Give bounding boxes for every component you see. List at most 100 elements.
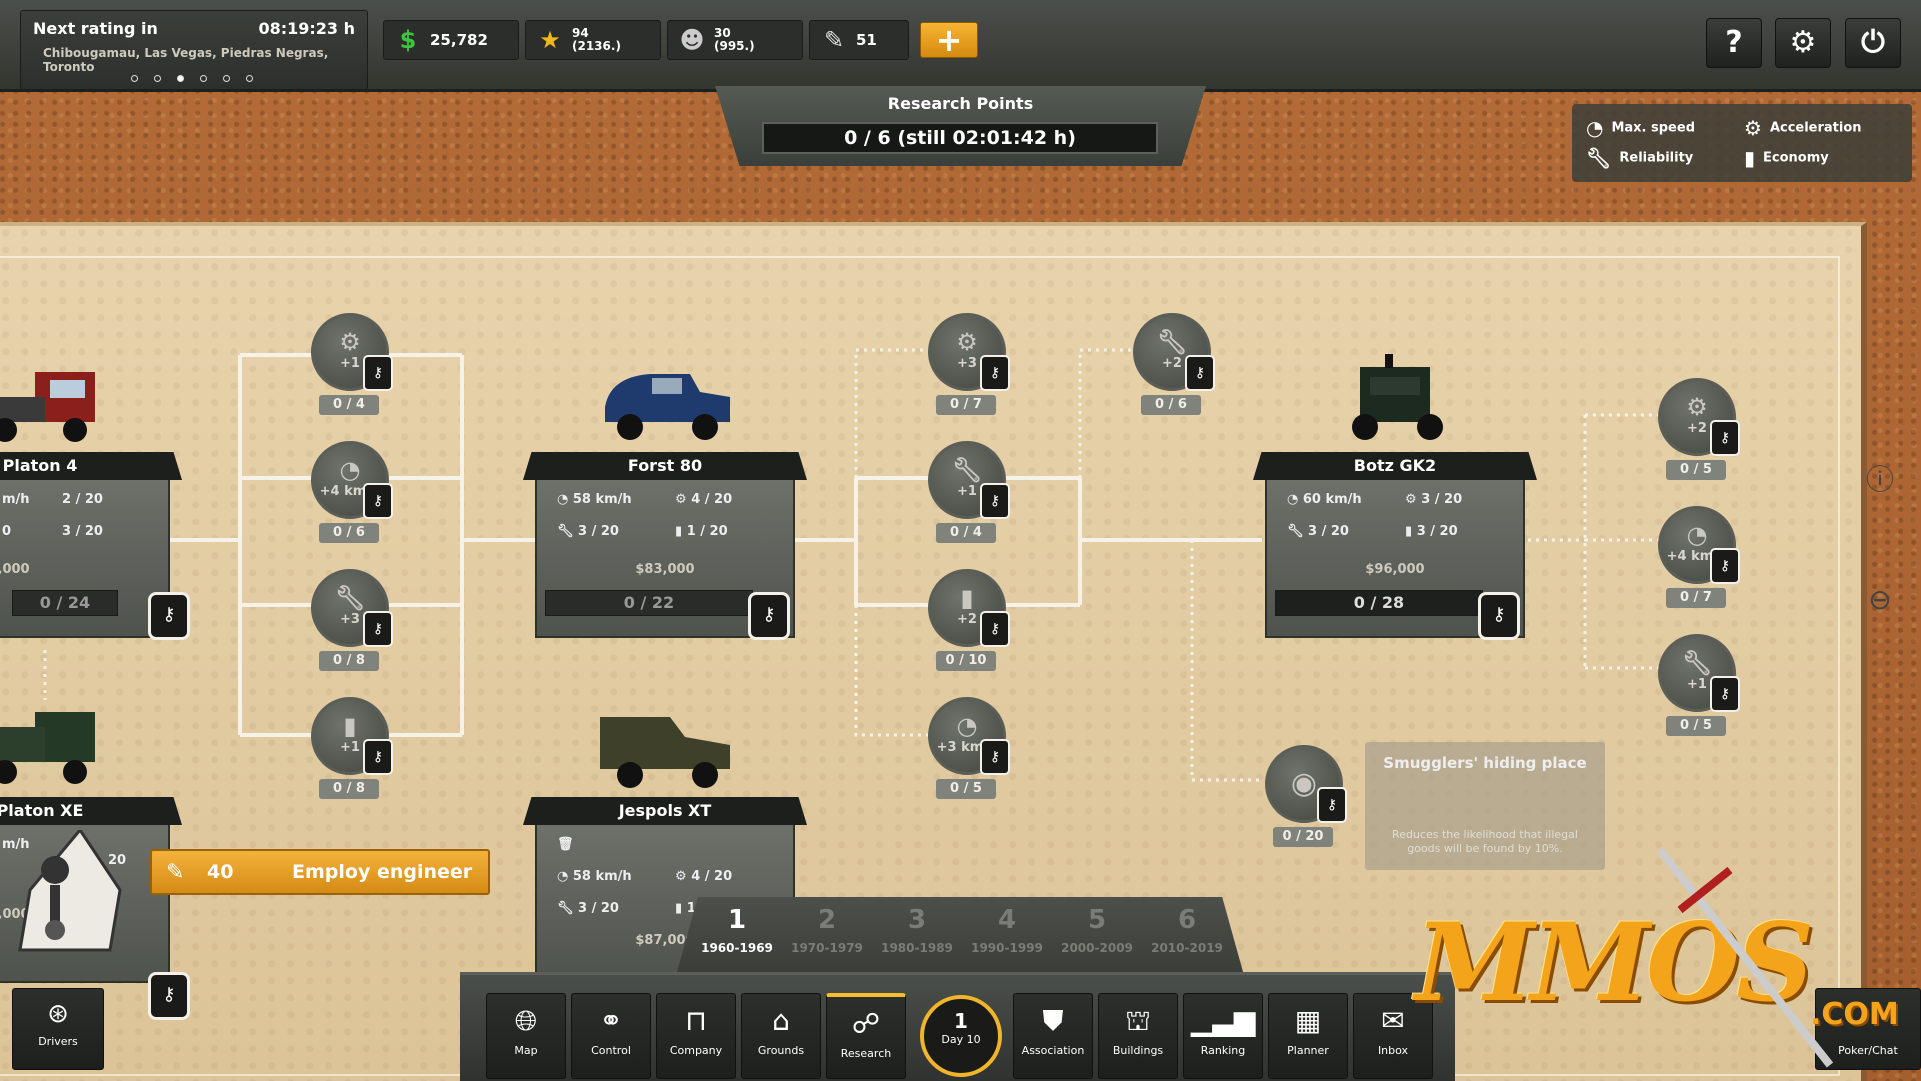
era-selector: 1 1960-1969 2 1970-1979 3 1980-1989 4 1990-1… xyxy=(675,897,1245,979)
lock-icon: ⚷ xyxy=(1710,548,1740,584)
era-tab-3[interactable]: 3 1980-1989 xyxy=(874,905,960,955)
drivers-rank: (995.) xyxy=(714,39,755,53)
upgrade-node-smugglers[interactable]: ◉ 0 / 20 ⚷ xyxy=(1255,745,1351,855)
vehicle-price: $96,000 xyxy=(1365,562,1425,577)
era-tab-6[interactable]: 6 2010-2019 xyxy=(1144,905,1230,955)
nav-buildings[interactable]: ⛫ Buildings xyxy=(1098,993,1178,1079)
day-clock[interactable]: 1 Day 10 xyxy=(920,995,1002,1077)
nav-control[interactable]: ⚭ Control xyxy=(571,993,651,1079)
money-stat[interactable]: $ 25,782 xyxy=(383,20,519,60)
acceleration-icon: ⚙ xyxy=(1686,393,1708,421)
nav-map[interactable]: 🌐︎ Map xyxy=(486,993,566,1079)
desk-icon: ⊓ xyxy=(685,1004,707,1037)
vehicle-name: Platon 4 xyxy=(0,452,182,480)
gear-icon: ⚙ xyxy=(1789,25,1817,60)
upgrade-node[interactable]: ◔ +4 km/h 0 / 7 ⚷ xyxy=(1648,506,1744,616)
research-points-progress: 0 / 6 (still 02:01:42 h) xyxy=(762,122,1158,154)
reputation-stat[interactable]: ★ 94 (2136.) xyxy=(525,20,661,60)
upgrade-node[interactable]: ⚙ +1 0 / 4 ⚷ xyxy=(301,313,397,423)
upgrade-node[interactable]: 🔧︎ +3 0 / 8 ⚷ xyxy=(301,569,397,679)
upgrade-node[interactable]: 🔧︎ +2 0 / 6 ⚷ xyxy=(1123,313,1219,423)
nav-company[interactable]: ⊓ Company xyxy=(656,993,736,1079)
vehicle-name: Jespols XT xyxy=(523,797,807,825)
lock-icon: ⚷ xyxy=(1710,420,1740,456)
upgrade-node[interactable]: ◔ +4 km/h 0 / 6 ⚷ xyxy=(301,441,397,551)
garage-icon: ⌂ xyxy=(772,1004,790,1037)
upgrade-node[interactable]: ▮ +2 0 / 10 ⚷ xyxy=(918,569,1014,679)
wrench-icon: 🔧︎ xyxy=(1156,328,1188,356)
fuel-icon: ▮ xyxy=(1744,146,1756,170)
upgrade-node[interactable]: 🔧︎ +1 0 / 5 ⚷ xyxy=(1648,634,1744,744)
era-tab-4[interactable]: 4 1990-1999 xyxy=(964,905,1050,955)
vehicle-card-jespols-xt[interactable]: Jespols XT 🗑︎ ◔ 58 km/h ⚙ 4 / 20 🔧︎ 3 / … xyxy=(523,697,807,983)
engineers-stat[interactable]: ✎ 51 xyxy=(809,20,909,60)
wrench-icon: 🔧︎ xyxy=(1287,524,1309,539)
zoom-out-button[interactable]: ⊖ xyxy=(1855,575,1905,625)
fuel-icon: ▮ xyxy=(1405,524,1417,539)
lock-icon: ⚷ xyxy=(363,483,393,519)
smugglers-tooltip: Smugglers' hiding place Reduces the like… xyxy=(1365,742,1605,870)
power-button[interactable]: ⏻ xyxy=(1845,18,1901,68)
wrench-icon: 🔧︎ xyxy=(557,524,579,539)
buy-button[interactable]: + xyxy=(920,22,978,58)
nav-grounds[interactable]: ⌂ Grounds xyxy=(741,993,821,1079)
vehicle-card-botz-gk2[interactable]: Botz GK2 ◔ 60 km/h ⚙ 3 / 20 🔧︎ 3 / 20 ▮ … xyxy=(1253,352,1537,640)
shield-icon: ⛊ xyxy=(1042,1004,1064,1037)
engineer-icon: ✎ xyxy=(166,860,185,885)
day-number: 1 xyxy=(954,1009,968,1033)
rating-page-dots[interactable] xyxy=(131,75,253,82)
era-tab-5[interactable]: 5 2000-2009 xyxy=(1054,905,1140,955)
wrench-icon: 🔧︎ xyxy=(334,584,366,612)
upgrade-node[interactable]: 🔧︎ +1 0 / 4 ⚷ xyxy=(918,441,1014,551)
nav-ranking[interactable]: ▁▃▆ Ranking xyxy=(1183,993,1263,1079)
employ-engineer-label: Employ engineer xyxy=(292,861,473,883)
upgrade-node[interactable]: ⚙ +2 0 / 5 ⚷ xyxy=(1648,378,1744,488)
speed-icon: ◔ xyxy=(339,456,361,484)
nav-association[interactable]: ⛊ Association xyxy=(1013,993,1093,1079)
building-icon: ⛫ xyxy=(1125,1004,1151,1037)
era-tab-1[interactable]: 1 1960-1969 xyxy=(694,905,780,955)
nav-research[interactable]: ☍ Research xyxy=(826,993,906,1079)
engineer-icon: ✎ xyxy=(823,26,845,54)
top-bar: Next rating in 08:19:23 h Chibougamau, L… xyxy=(0,0,1921,92)
lock-icon: ⚷ xyxy=(363,355,393,391)
help-button[interactable]: ? xyxy=(1706,18,1762,68)
bar-chart-icon: ▁▃▆ xyxy=(1190,1004,1256,1037)
era-tab-2[interactable]: 2 1970-1979 xyxy=(784,905,870,955)
upgrade-node[interactable]: ◔ +3 km/h 0 / 5 ⚷ xyxy=(918,697,1014,807)
info-button[interactable]: ⓘ xyxy=(1855,455,1905,505)
truck-image xyxy=(0,372,95,442)
wrench-icon: 🔧︎ xyxy=(951,456,983,484)
acceleration-icon: ⚙ xyxy=(956,328,978,356)
engineer-scope-icon xyxy=(18,830,122,952)
speed-icon: ◔ xyxy=(557,869,573,884)
vehicle-name: Platon XE xyxy=(0,797,182,825)
lock-icon: ⚷ xyxy=(748,592,790,640)
lock-icon: ⚷ xyxy=(980,739,1010,775)
wrench-icon: 🔧︎ xyxy=(1681,649,1713,677)
drivers-stat[interactable]: ☻ 30 (995.) xyxy=(667,20,803,60)
next-rating-panel[interactable]: Next rating in 08:19:23 h Chibougamau, L… xyxy=(20,10,368,90)
bottom-nav-bar: 🌐︎ Map ⚭ Control ⊓ Company ⌂ Grounds ☍ Resear… xyxy=(460,972,1455,1081)
legend-reliability: Reliability xyxy=(1619,150,1694,166)
vehicle-price: $75,000 xyxy=(0,562,30,577)
employ-engineer-button[interactable]: ✎ 40 Employ engineer xyxy=(150,849,490,895)
engineers-value: 51 xyxy=(856,31,877,49)
engineer-cost: 40 xyxy=(207,861,234,883)
vehicle-progress: 0 / 24 xyxy=(12,590,118,616)
upgrade-node[interactable]: ⚙ +3 0 / 7 ⚷ xyxy=(918,313,1014,423)
vehicle-progress: 0 / 22 xyxy=(545,590,753,616)
upgrade-node[interactable]: ▮ +1 0 / 8 ⚷ xyxy=(301,697,397,807)
smugglers-title: Smugglers' hiding place xyxy=(1383,754,1587,772)
drivers-button[interactable]: ⊛ Drivers xyxy=(12,988,104,1070)
acceleration-icon: ⚙ xyxy=(1405,492,1422,507)
wrench-icon: 🔧︎ xyxy=(1586,146,1612,170)
lock-icon: ⚷ xyxy=(1478,592,1520,640)
vehicle-card-platon-4[interactable]: Platon 4 m/h 2 / 20 0 3 / 20 $75,000 0 /… xyxy=(0,352,190,640)
trash-icon[interactable]: 🗑︎ xyxy=(557,837,574,852)
vehicle-card-forst-80[interactable]: Forst 80 ◔ 58 km/h ⚙ 4 / 20 🔧︎ 3 / 20 ▮ … xyxy=(523,352,807,640)
truck-image xyxy=(600,717,730,788)
fuel-icon: ▮ xyxy=(675,901,687,916)
settings-button[interactable]: ⚙ xyxy=(1775,18,1831,68)
nav-planner[interactable]: ▦ Planner xyxy=(1268,993,1348,1079)
